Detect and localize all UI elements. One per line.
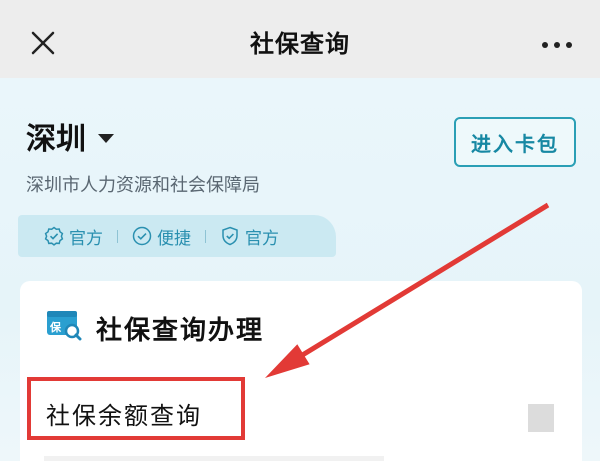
social-security-query-icon: 保 xyxy=(46,309,82,348)
tag-convenient: 便捷 xyxy=(132,224,191,249)
icon-glyph: 保 xyxy=(49,320,63,334)
divider xyxy=(205,229,206,243)
shield-check-icon xyxy=(222,226,238,246)
badge-check-icon xyxy=(44,226,64,246)
city-name: 深圳 xyxy=(26,122,86,157)
divider xyxy=(117,229,118,243)
panel-title: 保 社保查询办理 xyxy=(46,309,264,348)
agency-name: 深圳市人力资源和社会保障局 xyxy=(26,175,260,196)
circle-check-icon xyxy=(132,226,152,246)
tag-official: 官方 xyxy=(220,224,279,249)
tag-official: 官方 xyxy=(44,224,103,249)
more-icon[interactable] xyxy=(540,30,574,60)
tag-label: 便捷 xyxy=(157,228,191,249)
annotation-highlight-box xyxy=(27,377,245,440)
tag-label: 官方 xyxy=(245,228,279,249)
enter-card-wallet-button[interactable]: 进入卡包 xyxy=(454,117,576,167)
caret-down-icon xyxy=(98,133,114,143)
tag-label: 官方 xyxy=(69,228,103,249)
page-title: 社保查询 xyxy=(250,30,350,58)
item-thumbnail xyxy=(528,404,554,432)
top-bar: 社保查询 xyxy=(0,0,600,78)
divider-line xyxy=(44,456,384,461)
panel-title-label: 社保查询办理 xyxy=(96,316,265,346)
city-selector[interactable]: 深圳 xyxy=(26,114,114,158)
feature-tags: 官方 便捷 官方 xyxy=(18,215,336,257)
